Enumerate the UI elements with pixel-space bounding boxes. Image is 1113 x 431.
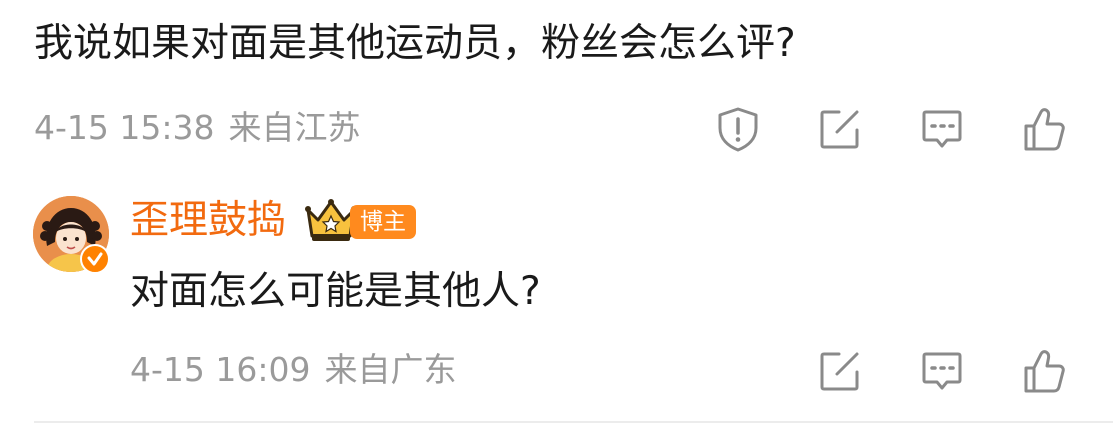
- reply-text: 对面怎么可能是其他人?: [130, 269, 541, 314]
- edit-icon[interactable]: [815, 346, 865, 396]
- like-icon[interactable]: [1019, 104, 1069, 154]
- comment-icon[interactable]: [917, 346, 967, 396]
- report-icon[interactable]: [713, 104, 763, 154]
- parent-comment-time: 4-15 15:38: [34, 108, 215, 147]
- parent-comment-text: 我说如果对面是其他运动员，粉丝会怎么评?: [34, 21, 796, 66]
- parent-comment-meta: 4-15 15:38 来自江苏: [34, 108, 361, 148]
- verified-icon: [80, 244, 110, 274]
- reply-meta: 4-15 16:09 来自广东: [130, 350, 457, 390]
- comment-icon[interactable]: [917, 104, 967, 154]
- like-icon[interactable]: [1019, 346, 1069, 396]
- divider: [34, 421, 1113, 423]
- edit-icon[interactable]: [815, 104, 865, 154]
- parent-comment-location: 来自江苏: [228, 108, 361, 147]
- reply-location: 来自广东: [324, 350, 457, 389]
- reply-username[interactable]: 歪理鼓捣: [130, 194, 286, 248]
- reply-time: 4-15 16:09: [130, 350, 311, 389]
- author-badge: 博主: [350, 205, 416, 239]
